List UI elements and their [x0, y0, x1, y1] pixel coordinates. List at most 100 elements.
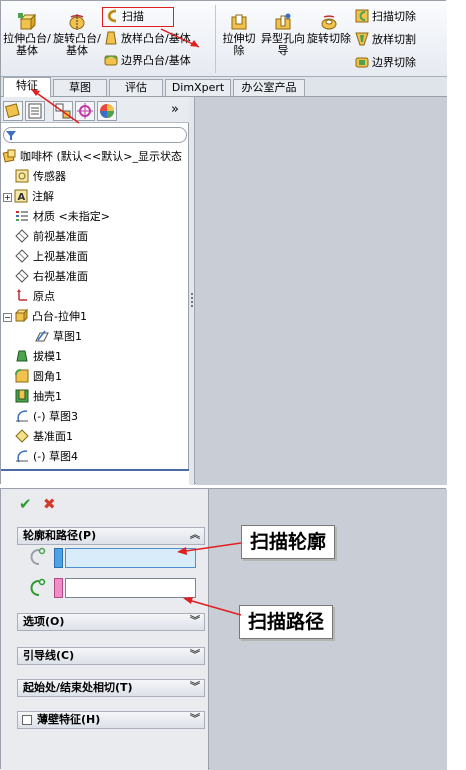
filter-funnel-icon[interactable]	[5, 129, 17, 141]
guide-curves-group-header[interactable]: 引导线(C) ︾	[17, 647, 205, 665]
tree-item-label: 右视基准面	[33, 270, 88, 283]
top-screenshot: 拉伸凸台/基体 旋转凸台/基体 扫描 放样凸台/基体 边界凸台/基体 拉伸切除 …	[0, 0, 447, 485]
expand-chevron-icon[interactable]: ︾	[190, 648, 200, 664]
extrude-boss-icon	[14, 309, 28, 323]
tree-item-top-plane[interactable]: 上视基准面	[15, 247, 203, 267]
feature-manager-tabs: »	[1, 97, 189, 123]
part-name: 咖啡杯 (默认<<默认>_显示状态	[20, 150, 182, 163]
annotation-icon: A	[14, 189, 28, 203]
boundary-boss-label: 边界凸台/基体	[121, 54, 191, 67]
bottom-screenshot: ✔ ✖ 轮廓和路径(P) ︽ 选项(O) ︾ 引导线(C) ︾ 起始处/结束处相切(T…	[0, 488, 447, 770]
expand-chevron-icon[interactable]: ︾	[190, 614, 200, 630]
color-wheel-icon	[100, 104, 114, 118]
loft-cut-icon	[355, 32, 369, 46]
extrude-cut-button[interactable]: 拉伸切除	[219, 13, 259, 57]
feature-manager-panel: » 咖啡杯 (默认<<默认>_显示状态 传感器 + A 注解 材质 <未指定> 前视…	[1, 97, 189, 485]
more-tabs-chevron[interactable]: »	[171, 102, 179, 117]
revolve-boss-button[interactable]: 旋转凸台/基体	[53, 13, 101, 57]
profile-selector-icon	[30, 547, 46, 565]
sketch-icon	[16, 450, 28, 463]
tree-item-label: 上视基准面	[33, 250, 88, 263]
loft-cut-label: 放样切割	[372, 33, 416, 46]
sweep-label: 扫描	[122, 10, 144, 23]
plane-icon	[15, 269, 29, 283]
sweep-path-selection-box[interactable]	[65, 578, 196, 598]
tree-item-draft1[interactable]: 拔模1	[15, 347, 203, 367]
ribbon-separator	[215, 5, 216, 73]
thin-feature-checkbox[interactable]	[22, 715, 32, 725]
draft-icon	[16, 350, 28, 362]
tab-sketch[interactable]: 草图	[53, 79, 107, 96]
revolve-boss-label: 旋转凸台/基体	[53, 32, 101, 57]
plane-icon	[15, 429, 29, 443]
extrude-boss-icon	[18, 13, 36, 31]
sweep-cut-icon	[355, 9, 369, 23]
tree-item-sketch4[interactable]: (-) 草图4	[15, 447, 203, 467]
loft-boss-button[interactable]: 放样凸台/基体	[104, 31, 191, 46]
part-icon	[2, 149, 16, 163]
plane-icon	[15, 249, 29, 263]
hole-wizard-button[interactable]: 异型孔向导	[261, 13, 305, 57]
feature-filter-input[interactable]	[3, 127, 187, 143]
tree-item-label: 传感器	[33, 170, 66, 183]
splitter-grip-icon[interactable]	[190, 291, 194, 309]
tab-evaluate[interactable]: 评估	[109, 79, 163, 96]
profile-and-path-group-header[interactable]: 轮廓和路径(P) ︽	[17, 527, 205, 545]
tree-item-plane1[interactable]: 基准面1	[15, 427, 203, 447]
tab-office-products[interactable]: 办公室产品	[233, 79, 305, 96]
crosshair-icon	[77, 103, 93, 119]
collapse-minus-icon[interactable]: −	[3, 313, 12, 322]
tree-item-material[interactable]: 材质 <未指定>	[15, 207, 203, 227]
tree-item-origin[interactable]: 原点	[15, 287, 203, 307]
ok-checkmark-icon[interactable]: ✔	[19, 495, 32, 513]
expand-chevron-icon[interactable]: ︾	[190, 680, 200, 696]
tree-item-label: (-) 草图4	[33, 450, 79, 463]
extrude-boss-button[interactable]: 拉伸凸台/基体	[3, 13, 51, 57]
feature-tree-tab[interactable]	[3, 101, 23, 121]
origin-icon	[17, 289, 27, 301]
tab-dimxpert[interactable]: DimXpert	[165, 79, 231, 96]
expand-chevron-icon[interactable]: ︾	[190, 712, 200, 728]
tree-root-part[interactable]: 咖啡杯 (默认<<默认>_显示状态	[2, 147, 190, 167]
boundary-cut-button[interactable]: 边界切除	[355, 55, 416, 70]
sweep-button[interactable]: 扫描	[102, 7, 174, 27]
tree-item-fillet1[interactable]: 圆角1	[15, 367, 203, 387]
tree-item-sketch3[interactable]: (-) 草图3	[15, 407, 203, 427]
cancel-x-icon[interactable]: ✖	[43, 495, 56, 513]
tree-item-sensors[interactable]: 传感器	[15, 167, 203, 187]
tree-item-shell1[interactable]: 抽壳1	[15, 387, 203, 407]
boundary-boss-button[interactable]: 边界凸台/基体	[104, 53, 191, 68]
boundary-cut-icon	[355, 57, 369, 68]
tree-item-annotations[interactable]: + A 注解	[3, 187, 191, 207]
options-group-header[interactable]: 选项(O) ︾	[17, 613, 205, 631]
extrude-cut-label: 拉伸切除	[222, 32, 256, 57]
graphics-area[interactable]	[196, 97, 447, 485]
hole-wizard-label: 异型孔向导	[261, 32, 305, 57]
display-manager-tab[interactable]	[97, 101, 117, 121]
tree-item-label: (-) 草图3	[33, 410, 79, 423]
dimxpert-manager-tab[interactable]	[75, 101, 95, 121]
property-manager-tab[interactable]	[25, 101, 45, 121]
tab-features[interactable]: 特征	[3, 77, 51, 97]
tree-item-label: 拔模1	[33, 350, 62, 363]
loft-cut-button[interactable]: 放样切割	[355, 32, 416, 47]
command-manager-tabs: 特征 草图 评估 DimXpert 办公室产品	[1, 77, 447, 97]
sweep-profile-selection-box[interactable]	[65, 548, 196, 568]
configuration-manager-tab[interactable]	[53, 101, 73, 121]
profile-color-swatch	[54, 548, 63, 568]
shell-icon	[15, 389, 29, 403]
tree-item-front-plane[interactable]: 前视基准面	[15, 227, 203, 247]
sweep-icon	[107, 9, 117, 23]
tree-item-label: 抽壳1	[33, 390, 62, 403]
revolve-cut-button[interactable]: 旋转切除	[307, 13, 351, 45]
collapse-chevron-icon[interactable]: ︽	[190, 528, 200, 544]
thin-feature-group-header[interactable]: 薄壁特征(H) ︾	[17, 711, 205, 729]
property-sheet-icon	[28, 103, 42, 119]
tangency-group-header[interactable]: 起始处/结束处相切(T) ︾	[17, 679, 205, 697]
tree-item-label: 圆角1	[33, 370, 62, 383]
expand-plus-icon[interactable]: +	[3, 193, 12, 202]
tree-item-boss-extrude[interactable]: − 凸台-拉伸1	[3, 307, 191, 327]
sweep-cut-button[interactable]: 扫描切除	[355, 9, 416, 24]
revolve-cut-label: 旋转切除	[307, 32, 351, 45]
tree-item-right-plane[interactable]: 右视基准面	[15, 267, 203, 287]
